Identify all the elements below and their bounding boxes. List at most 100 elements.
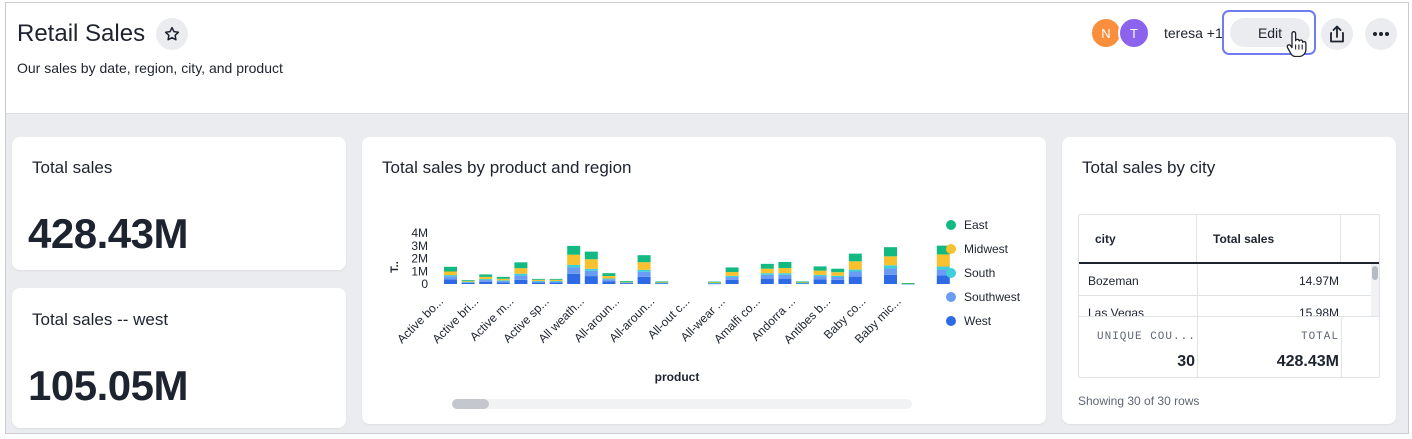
bar-segment-east[interactable] [848, 253, 862, 262]
kpi-card-total-sales-west[interactable]: Total sales -- west 105.05M [12, 288, 346, 428]
vertical-scrollbar[interactable] [1371, 264, 1379, 316]
bar-segment-midwest[interactable] [461, 280, 475, 282]
share-button[interactable] [1321, 18, 1353, 50]
bar-segment-midwest[interactable] [760, 268, 774, 274]
bar-segment-southwest[interactable] [567, 267, 581, 274]
bar-segment-south[interactable] [848, 269, 862, 272]
bar-segment-west[interactable] [496, 282, 510, 284]
bar-segment-east[interactable] [444, 266, 457, 272]
bar-segment-south[interactable] [760, 273, 774, 275]
bar-segment-west[interactable] [461, 282, 475, 284]
bar-segment-east[interactable] [884, 247, 897, 257]
bar-segment-southwest[interactable] [813, 276, 827, 280]
bar-segment-west[interactable] [514, 279, 528, 284]
bar-segment-midwest[interactable] [444, 271, 457, 276]
bar-segment-south[interactable] [479, 279, 493, 281]
bar-segment-southwest[interactable] [760, 274, 774, 279]
bar-segment-east[interactable] [496, 276, 510, 279]
column-header-total-sales[interactable]: Total sales [1197, 215, 1341, 263]
bar-segment-east[interactable] [813, 266, 827, 271]
favorite-button[interactable] [156, 18, 188, 50]
bar-segment-west[interactable] [813, 279, 827, 284]
bar-segment-south[interactable] [496, 280, 510, 282]
avatar[interactable]: T [1118, 17, 1150, 49]
bar-segment-southwest[interactable] [778, 274, 792, 279]
bar-segment-south[interactable] [637, 269, 651, 272]
bar-segment-midwest[interactable] [884, 256, 897, 266]
bar-segment-south[interactable] [602, 278, 616, 280]
bar-segment-southwest[interactable] [514, 275, 528, 280]
bar-segment-east[interactable] [778, 261, 792, 269]
bar-segment-midwest[interactable] [532, 279, 545, 281]
bar-segment-west[interactable] [602, 281, 616, 284]
bar-segment-west[interactable] [637, 276, 651, 284]
bar-segment-southwest[interactable] [848, 271, 862, 277]
vertical-scrollbar-thumb[interactable] [1372, 266, 1378, 280]
bar-segment-east[interactable] [602, 273, 616, 276]
bar-segment-east[interactable] [567, 245, 581, 255]
bar-segment-midwest[interactable] [602, 275, 616, 279]
table-row[interactable]: Las Vegas 15.98M [1079, 296, 1371, 316]
bar-segment-east[interactable] [725, 267, 739, 273]
kpi-card-total-sales[interactable]: Total sales 428.43M [12, 137, 346, 270]
bar-segment-west[interactable] [760, 278, 774, 284]
bar-segment-east[interactable] [655, 281, 669, 283]
bar-segment-east[interactable] [796, 281, 809, 283]
bar-segment-east[interactable] [514, 262, 528, 269]
bar-segment-west[interactable] [778, 278, 792, 284]
bar-segment-west[interactable] [831, 279, 845, 284]
bar-segment-south[interactable] [778, 273, 792, 275]
bar-segment-midwest[interactable] [778, 268, 792, 274]
table-card-city[interactable]: Total sales by city city Total sales Boz… [1062, 137, 1396, 424]
bar-segment-southwest[interactable] [884, 268, 897, 275]
bar-segment-east[interactable] [637, 255, 651, 263]
table-row[interactable]: Bozeman 14.97M [1079, 264, 1371, 296]
bar-segment-west[interactable] [584, 276, 598, 284]
bar-segment-west[interactable] [884, 274, 897, 284]
bar-segment-south[interactable] [831, 275, 845, 277]
bar-segment-midwest[interactable] [936, 254, 950, 267]
bar-segment-midwest[interactable] [637, 262, 651, 270]
bar-segment-east[interactable] [708, 281, 721, 283]
bar-segment-south[interactable] [725, 275, 739, 278]
bar-segment-southwest[interactable] [444, 276, 457, 280]
bar-segment-south[interactable] [567, 264, 581, 268]
viewers-label[interactable]: teresa +1 [1164, 25, 1223, 41]
bar-segment-south[interactable] [584, 268, 598, 271]
bar-segment-south[interactable] [444, 275, 457, 277]
bar-segment-east[interactable] [620, 281, 633, 282]
legend-item-east[interactable]: East [946, 218, 988, 232]
legend-item-west[interactable]: West [946, 314, 991, 328]
bar-segment-west[interactable] [725, 279, 739, 284]
bar-segment-west[interactable] [479, 281, 493, 284]
bar-segment-west[interactable] [567, 273, 581, 284]
bar-segment-south[interactable] [884, 265, 897, 269]
bar-segment-southwest[interactable] [602, 279, 616, 282]
city-table[interactable]: city Total sales Bozeman 14.97M Las Vega… [1078, 214, 1380, 378]
legend-item-midwest[interactable]: Midwest [946, 242, 1008, 256]
bar-segment-east[interactable] [831, 268, 845, 273]
bar-segment-south[interactable] [813, 274, 827, 277]
bar-segment-southwest[interactable] [479, 280, 493, 282]
bar-segment-east[interactable] [901, 282, 915, 284]
bar-segment-midwest[interactable] [479, 276, 493, 280]
bar-segment-east[interactable] [549, 278, 563, 280]
bar-segment-southwest[interactable] [725, 277, 739, 280]
bar-segment-southwest[interactable] [831, 276, 845, 280]
bar-segment-south[interactable] [532, 280, 545, 282]
legend-item-south[interactable]: South [946, 266, 995, 280]
bar-segment-west[interactable] [444, 279, 457, 284]
bar-segment-midwest[interactable] [549, 279, 563, 281]
bar-segment-southwest[interactable] [584, 270, 598, 277]
bar-segment-south[interactable] [514, 273, 528, 276]
stacked-bar-chart[interactable]: 4M3M2M1M0 Active bo...Active bri...Activ… [362, 137, 1046, 424]
bar-segment-midwest[interactable] [496, 278, 510, 281]
column-header-city[interactable]: city [1079, 215, 1197, 263]
bar-segment-midwest[interactable] [514, 268, 528, 274]
bar-segment-east[interactable] [532, 278, 545, 280]
bar-segment-midwest[interactable] [848, 261, 862, 270]
horizontal-scrollbar-thumb[interactable] [452, 399, 489, 409]
bar-segment-midwest[interactable] [584, 259, 598, 269]
bar-segment-east[interactable] [479, 274, 493, 277]
bar-segment-southwest[interactable] [496, 281, 510, 283]
